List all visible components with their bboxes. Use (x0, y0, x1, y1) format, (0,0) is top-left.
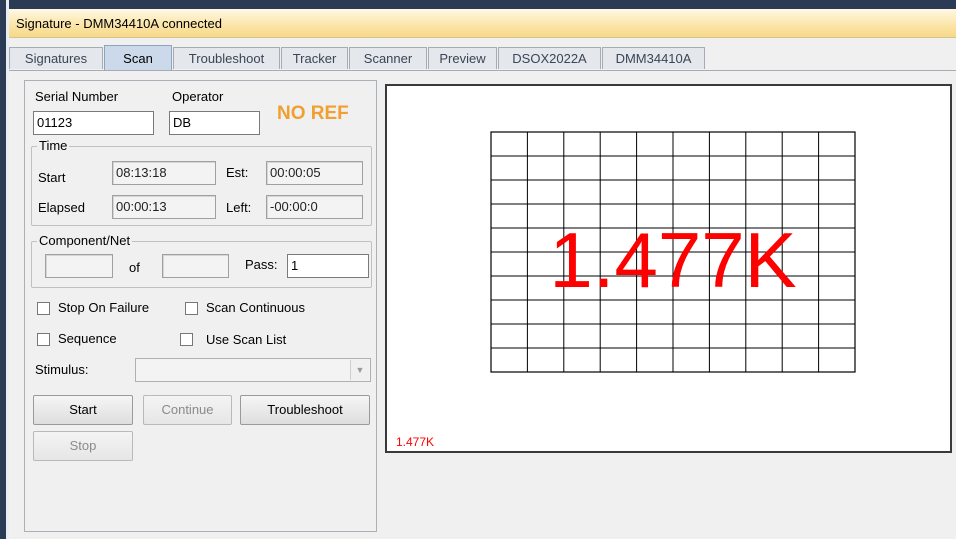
scan-continuous-checkbox[interactable] (185, 302, 198, 315)
tab-preview[interactable]: Preview (428, 47, 497, 69)
troubleshoot-button[interactable]: Troubleshoot (240, 395, 370, 425)
start-time-label: Start (38, 170, 66, 185)
ref-status: NO REF (277, 103, 349, 124)
serial-number-label: Serial Number (35, 89, 119, 104)
time-group: Time Start 08:13:18 Est: 00:00:05 Elapse… (31, 138, 372, 226)
est-time-field: 00:00:05 (266, 161, 363, 185)
scan-continuous-label: Scan Continuous (206, 300, 306, 315)
serial-number-field[interactable]: 01123 (33, 111, 154, 135)
component-index-field (45, 254, 113, 278)
operator-label: Operator (172, 89, 224, 104)
tab-signatures[interactable]: Signatures (9, 47, 103, 69)
title-bar: Signature - DMM34410A connected (9, 9, 956, 38)
reading-value: 1.477K (549, 216, 797, 304)
tab-dmm34410a[interactable]: DMM34410A (602, 47, 705, 69)
est-time-label: Est: (226, 165, 249, 180)
tab-troubleshoot[interactable]: Troubleshoot (173, 47, 280, 69)
elapsed-time-label: Elapsed (38, 200, 85, 215)
reading-display: 1.477K 1.477K (385, 84, 952, 453)
component-of-label: of (129, 260, 140, 275)
window-frame-top (9, 0, 956, 9)
elapsed-time-field: 00:00:13 (112, 195, 216, 219)
pass-label: Pass: (245, 257, 278, 272)
stop-button[interactable]: Stop (33, 431, 133, 461)
continue-button[interactable]: Continue (143, 395, 232, 425)
sequence-checkbox[interactable] (37, 333, 50, 346)
component-total-field (162, 254, 229, 278)
window-frame-left-inner (6, 0, 9, 539)
time-group-title: Time (37, 138, 70, 153)
window-title: Signature - DMM34410A connected (16, 16, 222, 31)
tab-dsox2022a[interactable]: DSOX2022A (498, 47, 601, 69)
stop-on-failure-label: Stop On Failure (58, 300, 150, 315)
tab-scan[interactable]: Scan (104, 45, 172, 70)
tab-scanner[interactable]: Scanner (349, 47, 427, 69)
left-time-label: Left: (226, 200, 252, 215)
sequence-label: Sequence (58, 331, 117, 346)
start-button[interactable]: Start (33, 395, 133, 425)
stop-on-failure-checkbox[interactable] (37, 302, 50, 315)
pass-field[interactable]: 1 (287, 254, 369, 278)
component-net-group: Component/Net of Pass: 1 (31, 233, 372, 288)
chevron-down-icon[interactable]: ▼ (350, 360, 369, 380)
component-net-title: Component/Net (37, 233, 133, 248)
use-scan-list-label: Use Scan List (206, 332, 287, 347)
scan-control-panel: Serial Number 01123 Operator DB NO REF T… (24, 80, 377, 532)
tab-baseline (9, 70, 956, 71)
reading-corner-label: 1.477K (396, 435, 435, 449)
stimulus-select[interactable]: ▼ (135, 358, 371, 382)
stimulus-label: Stimulus: (35, 362, 89, 377)
start-time-field: 08:13:18 (112, 161, 216, 185)
use-scan-list-checkbox[interactable] (180, 333, 193, 346)
tab-tracker[interactable]: Tracker (281, 47, 348, 69)
operator-field[interactable]: DB (169, 111, 260, 135)
left-time-field: -00:00:0 (266, 195, 363, 219)
